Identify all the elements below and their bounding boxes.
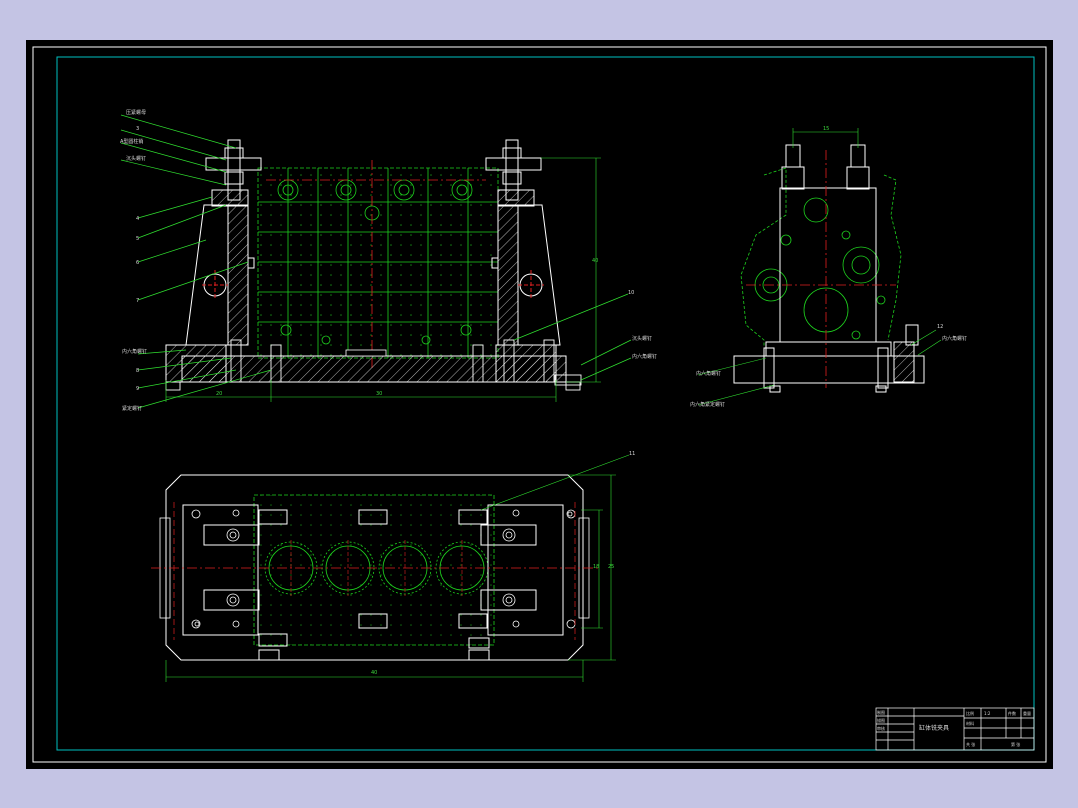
side-label-1: 内六角螺钉 — [942, 335, 967, 342]
leader-label-1: 3 — [136, 126, 139, 132]
workpiece-side — [740, 167, 902, 350]
side-dim-top: 15 — [823, 126, 829, 132]
workpiece-top — [253, 494, 495, 646]
leader-label-7: 7 — [136, 298, 139, 304]
leader-label-6: 6 — [136, 260, 139, 266]
tb-cell-9: 材料 — [966, 720, 974, 726]
tb-cell-7: 描图 — [877, 717, 885, 723]
tb-cell-1: 1:2 — [984, 711, 991, 716]
leader-label-9: 8 — [136, 368, 139, 374]
leader-label-5: 5 — [136, 236, 139, 242]
drawing-sheet: 压紧螺母 3 A型圆柱销 沉头螺钉 4 5 6 7 内六角螺钉 8 9 紧定螺钉… — [26, 40, 1053, 769]
top-leader-label: 11 — [629, 451, 635, 457]
top-view: 40 25 18 11 — [151, 451, 635, 682]
right-label-1: 沉头螺钉 — [632, 335, 652, 342]
tb-cell-8: 审核 — [877, 725, 885, 731]
side-label-3: 内六角紧定螺钉 — [690, 401, 725, 408]
inner-frame — [56, 56, 1035, 751]
tb-cell-3: 重量 — [1023, 710, 1031, 716]
right-label-0: 10 — [628, 290, 634, 296]
leader-label-11: 紧定螺钉 — [122, 405, 142, 412]
top-dim-height: 25 — [608, 564, 614, 570]
front-dim-width-main: 30 — [376, 391, 382, 397]
tb-cell-0: 比例 — [966, 710, 974, 716]
front-view: 压紧螺母 3 A型圆柱销 沉头螺钉 4 5 6 7 内六角螺钉 8 9 紧定螺钉… — [120, 109, 657, 412]
cad-drawing-canvas: 压紧螺母 3 A型圆柱销 沉头螺钉 4 5 6 7 内六角螺钉 8 9 紧定螺钉… — [32, 46, 1047, 763]
title-drawing-name: 缸体铣夹具 — [919, 724, 949, 732]
leader-label-10: 9 — [136, 386, 139, 392]
top-dim-inner-height: 18 — [593, 564, 599, 570]
leader-label-2: A型圆柱销 — [120, 138, 143, 145]
side-label-2: 内六角螺钉 — [696, 370, 721, 377]
side-label-0: 12 — [937, 324, 943, 330]
tb-cell-6: 制图 — [877, 709, 885, 715]
workpiece-front — [257, 167, 499, 359]
leader-label-3: 沉头螺钉 — [126, 155, 146, 162]
top-dim-width: 40 — [371, 670, 377, 676]
tb-cell-4: 共 张 — [966, 741, 975, 747]
right-label-2: 内六角螺钉 — [632, 353, 657, 360]
tb-cell-5: 第 张 — [1011, 741, 1020, 747]
base-plate-front — [165, 344, 567, 383]
outer-frame — [32, 46, 1047, 763]
side-view: 15 12 内六角螺钉 内六角螺钉 内六角紧定螺钉 — [690, 126, 967, 408]
leader-label-8: 内六角螺钉 — [122, 348, 147, 355]
front-dim-height: 40 — [592, 258, 598, 264]
tb-cell-2: 件数 — [1008, 710, 1016, 716]
front-dim-width-left: 20 — [216, 391, 222, 397]
leader-label-4: 4 — [136, 216, 139, 222]
leader-label-0: 压紧螺母 — [126, 109, 146, 116]
